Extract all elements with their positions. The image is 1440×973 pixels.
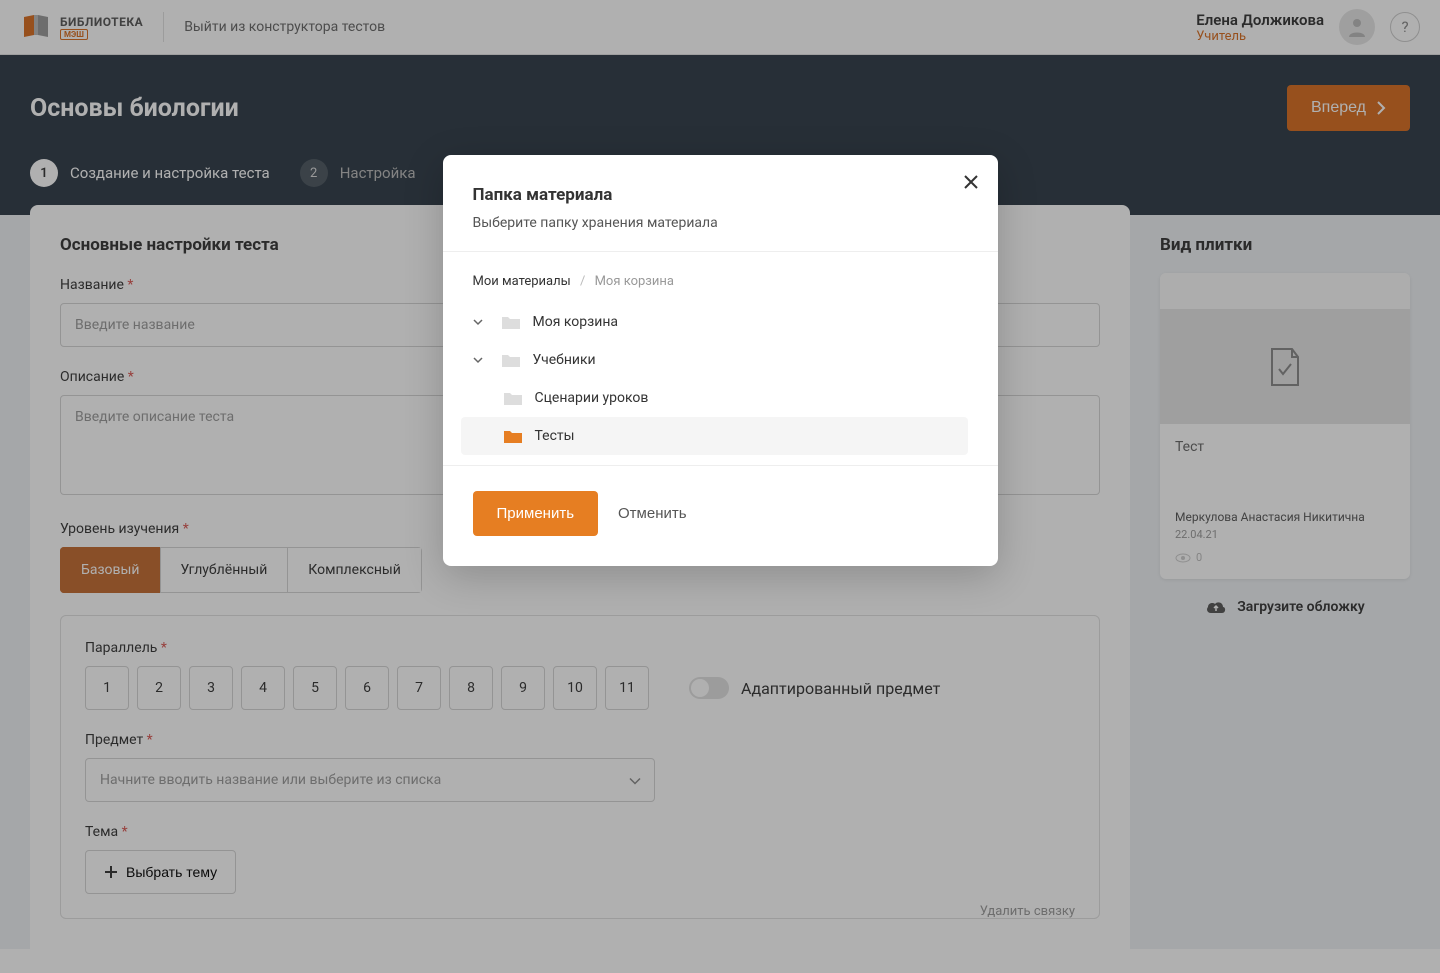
folder-icon — [501, 314, 521, 330]
folder-label: Моя корзина — [533, 314, 619, 330]
folder-row-textbooks[interactable]: Учебники — [461, 341, 968, 379]
modal-title: Папка материала — [473, 185, 968, 205]
apply-button[interactable]: Применить — [473, 491, 599, 536]
cancel-button[interactable]: Отменить — [618, 505, 687, 522]
close-button[interactable] — [962, 173, 980, 195]
breadcrumb-root[interactable]: Мои материалы — [473, 274, 571, 289]
folder-row-lesson-scenarios[interactable]: Сценарии уроков — [461, 379, 968, 417]
folder-row-my-basket[interactable]: Моя корзина — [461, 303, 968, 341]
folder-label: Сценарии уроков — [535, 390, 649, 406]
folder-icon — [501, 352, 521, 368]
chevron-down-icon — [473, 353, 489, 367]
breadcrumb-current: Моя корзина — [595, 274, 674, 289]
modal-subtitle: Выберите папку хранения материала — [473, 215, 968, 231]
folder-modal: Папка материала Выберите папку хранения … — [443, 155, 998, 566]
folder-label: Учебники — [533, 352, 596, 368]
folder-row-tests[interactable]: Тесты — [461, 417, 968, 455]
chevron-down-icon — [473, 315, 489, 329]
close-icon — [962, 173, 980, 191]
folder-icon — [503, 390, 523, 406]
modal-overlay[interactable]: Папка материала Выберите папку хранения … — [0, 0, 1440, 973]
folder-icon — [503, 428, 523, 444]
folder-label: Тесты — [535, 428, 575, 444]
breadcrumb-sep: / — [580, 274, 585, 289]
breadcrumb: Мои материалы / Моя корзина — [473, 274, 968, 289]
